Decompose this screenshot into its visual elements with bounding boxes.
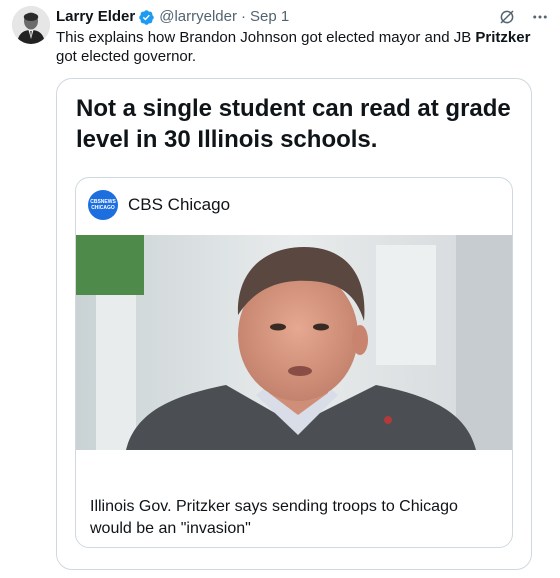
quote-headline: Not a single student can read at grade l…	[76, 95, 511, 153]
article-photo	[76, 235, 512, 450]
tweet-header: Larry Elder @larryelder · Sep 1	[56, 7, 550, 27]
avatar[interactable]	[12, 6, 50, 44]
tweet-date[interactable]: Sep 1	[250, 7, 289, 27]
tweet-text-bold: Pritzker	[475, 29, 531, 46]
grok-icon[interactable]	[498, 8, 516, 26]
avatar-image	[12, 6, 50, 44]
author-name[interactable]: Larry Elder	[56, 7, 135, 27]
quoted-post-card[interactable]: Not a single student can read at grade l…	[56, 78, 532, 570]
more-icon[interactable]	[530, 7, 550, 27]
verified-badge-icon	[138, 9, 155, 26]
article-image[interactable]	[76, 235, 512, 450]
source-name[interactable]: CBS Chicago	[128, 195, 230, 215]
cbs-logo-line: CHICAGO	[91, 205, 115, 211]
cbs-logo[interactable]: CBSNEWS CHICAGO	[88, 190, 118, 220]
author-handle[interactable]: @larryelder	[159, 7, 237, 27]
tweet-text-part: got elected governor.	[56, 48, 197, 65]
header-actions	[498, 7, 550, 27]
tweet-text-part: This explains how Brandon Johnson got el…	[56, 29, 476, 46]
source-row: CBSNEWS CHICAGO CBS Chicago	[88, 190, 230, 220]
link-preview-card[interactable]: CBSNEWS CHICAGO CBS Chicago Illinois Gov…	[75, 177, 513, 548]
separator-dot: ·	[240, 8, 246, 25]
tweet[interactable]: Larry Elder @larryelder · Sep 1 This exp…	[0, 0, 560, 578]
tweet-text: This explains how Brandon Johnson got el…	[56, 28, 546, 66]
article-caption[interactable]: Illinois Gov. Pritzker says sending troo…	[90, 496, 500, 540]
